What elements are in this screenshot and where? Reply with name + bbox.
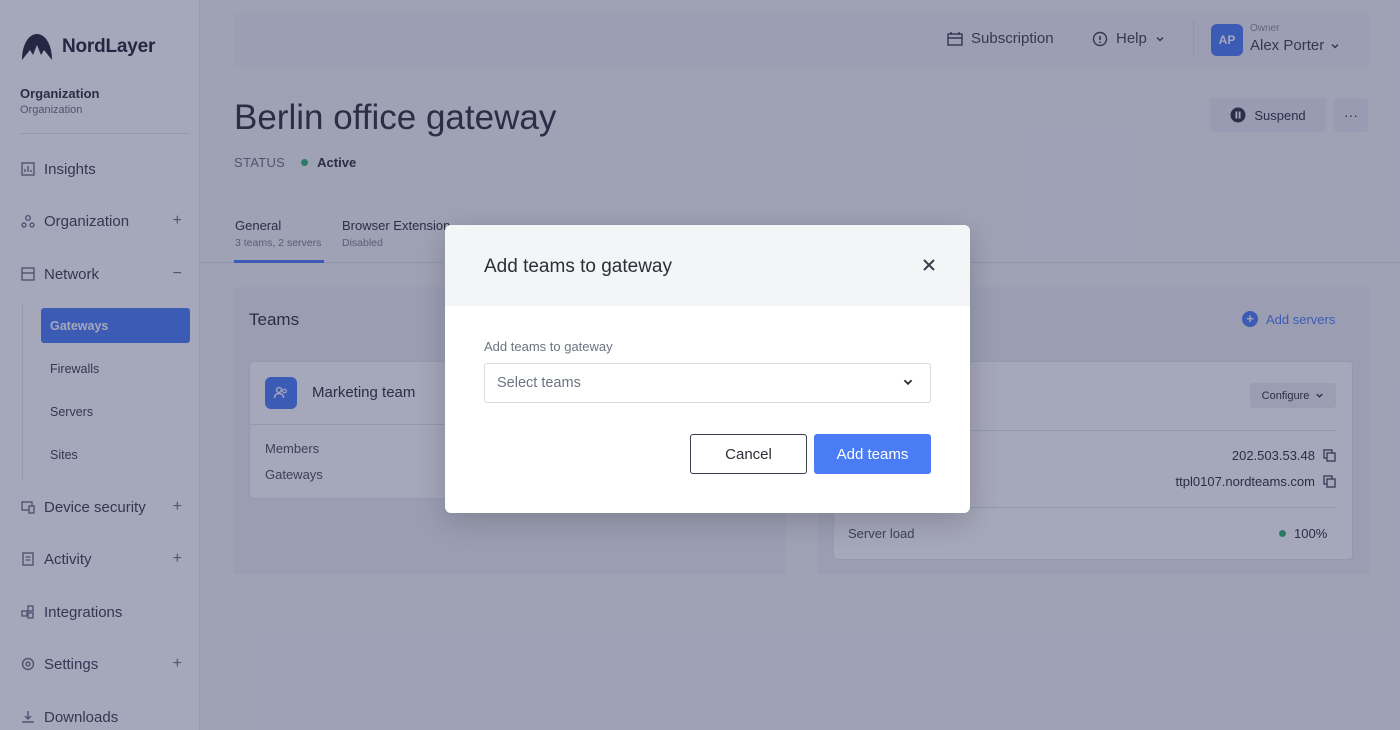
chevron-down-icon [903, 379, 913, 386]
add-teams-modal: Add teams to gateway Add teams to gatewa… [445, 225, 970, 513]
modal-title: Add teams to gateway [484, 256, 672, 277]
add-teams-button[interactable]: Add teams [814, 434, 931, 474]
cancel-button[interactable]: Cancel [690, 434, 807, 474]
teams-field-label: Add teams to gateway [484, 339, 613, 354]
close-icon[interactable] [919, 255, 939, 275]
select-placeholder: Select teams [497, 375, 581, 391]
select-teams-dropdown[interactable]: Select teams [484, 363, 931, 403]
